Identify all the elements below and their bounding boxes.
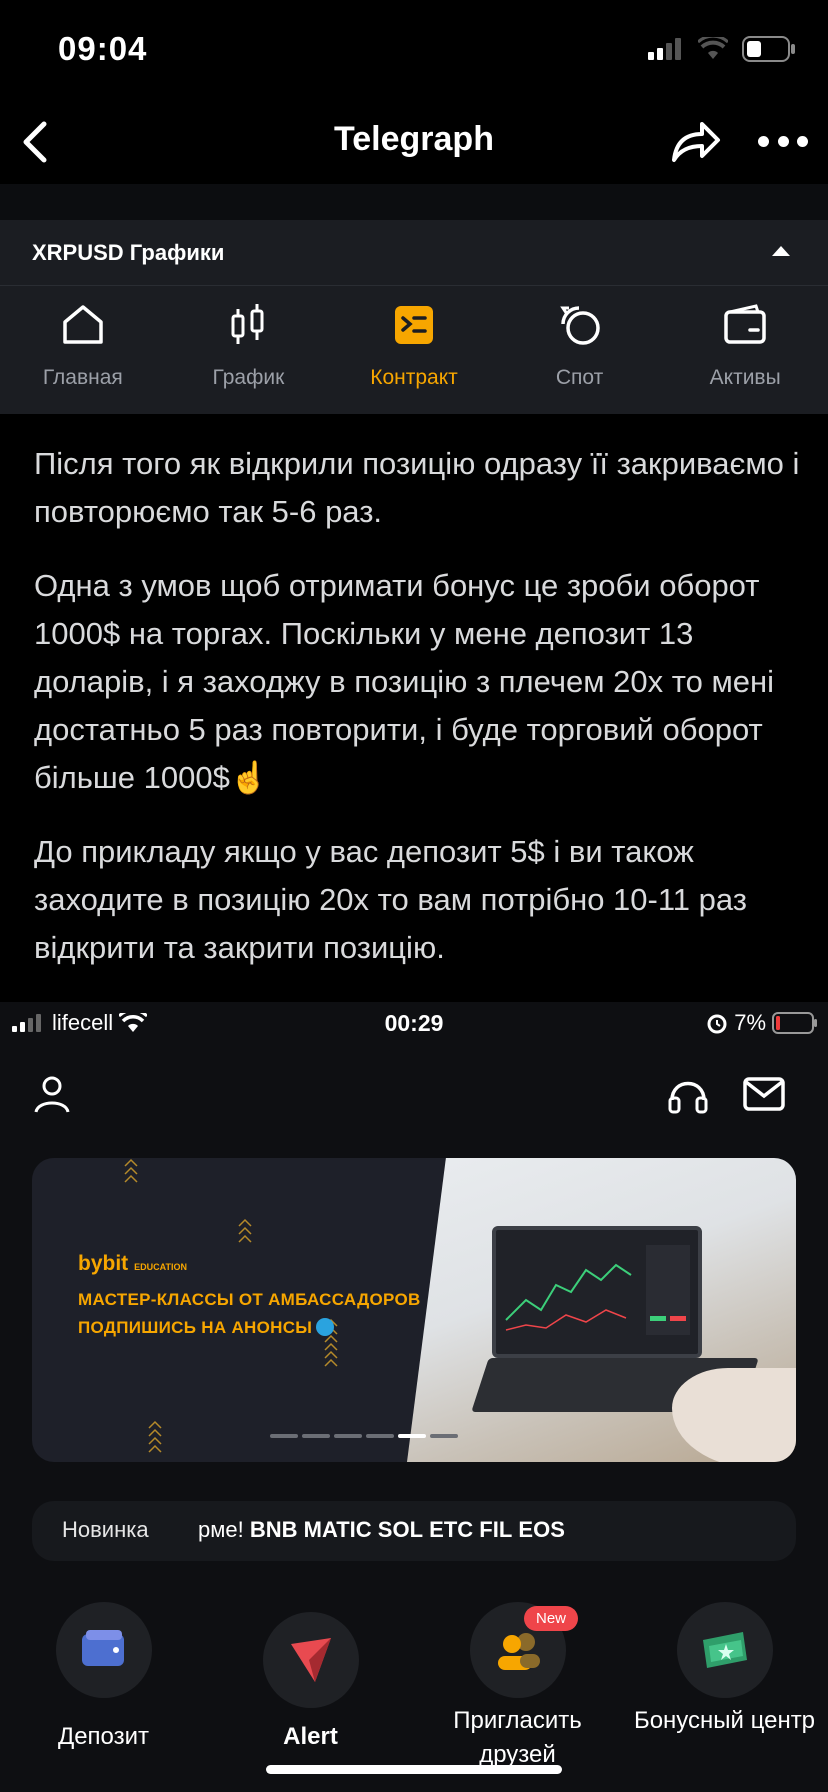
bonus-ticket-icon xyxy=(702,1632,747,1668)
alarm-icon xyxy=(707,1014,727,1034)
invite-friends-button[interactable]: New Пригласить друзей xyxy=(414,1602,621,1792)
caret-up-icon xyxy=(772,246,790,256)
share-icon[interactable] xyxy=(668,114,722,168)
tab-home[interactable]: Главная xyxy=(0,286,166,414)
banner-headline: МАСТЕР-КЛАССЫ ОТ АМБАССАДОРОВ xyxy=(78,1290,421,1309)
status-bar: 09:04 xyxy=(0,0,828,100)
status-time: 09:04 xyxy=(58,30,148,67)
tab-assets[interactable]: Активы xyxy=(662,286,828,414)
tab-chart[interactable]: График xyxy=(166,286,332,414)
bybit-logo: bybit EDUCATION xyxy=(78,1252,188,1275)
bonus-center-button[interactable]: Бонусный центр xyxy=(621,1602,828,1792)
bottom-tab-bar: Главная График Контракт Спот Активы xyxy=(0,286,828,414)
article-body: Після того як відкрили позицію одразу її… xyxy=(34,440,804,998)
telegram-icon xyxy=(316,1318,335,1336)
candlestick-icon xyxy=(231,304,264,344)
battery-percent: 7% xyxy=(734,1010,766,1035)
alert-arrow-icon xyxy=(290,1638,331,1682)
pair-label: XRPUSD Графики xyxy=(32,240,225,265)
user-profile-icon[interactable] xyxy=(32,1074,72,1114)
battery-icon xyxy=(742,36,795,62)
home-icon xyxy=(63,305,103,344)
quick-action-label: Бонусный центр xyxy=(633,1707,816,1734)
spot-icon xyxy=(559,306,600,345)
contract-icon xyxy=(394,306,433,344)
status-bar: lifecell 00:29 7% xyxy=(0,1002,828,1046)
wallet-icon xyxy=(724,304,766,344)
announcement-ticker[interactable]: Новинка рме! BNB MATIC SOL ETC FIL EOS xyxy=(32,1501,796,1561)
tab-contract[interactable]: Контракт xyxy=(331,286,497,414)
carousel-indicator xyxy=(270,1434,458,1438)
pair-dropdown[interactable]: XRPUSD Графики xyxy=(0,220,828,286)
embedded-chart-screenshot: XRPUSD Графики Главная График Контракт С… xyxy=(0,184,828,414)
wallet-card-icon xyxy=(81,1630,124,1666)
chevron-decoration-icon xyxy=(148,1420,162,1453)
tab-label: Главная xyxy=(42,366,123,389)
tab-label: Спот xyxy=(555,366,604,389)
quick-action-label: Alert xyxy=(283,1723,338,1750)
battery-low-icon xyxy=(772,1012,817,1034)
paragraph: До прикладу якщо у вас депозит 5$ і ви т… xyxy=(34,834,747,965)
tab-label: Контракт xyxy=(370,366,458,389)
quick-action-label: Депозит xyxy=(57,1723,150,1750)
mail-icon[interactable] xyxy=(742,1076,786,1112)
embedded-home-screenshot: lifecell 00:29 7% bybit EDUCATION МАСТЕР… xyxy=(0,1002,828,1792)
deposit-button[interactable]: Депозит xyxy=(0,1602,207,1792)
wifi-icon xyxy=(698,37,728,59)
status-indicators xyxy=(648,36,796,62)
laptop-image xyxy=(492,1226,702,1358)
chevron-decoration-icon xyxy=(238,1218,252,1243)
home-top-bar xyxy=(0,1062,828,1132)
headset-icon[interactable] xyxy=(666,1074,710,1114)
signal-icon xyxy=(648,38,681,60)
tab-label: Активы xyxy=(709,366,781,389)
ticker-label: Новинка xyxy=(62,1517,149,1542)
tab-label: График xyxy=(212,366,285,389)
paragraph: Після того як відкрили позицію одразу її… xyxy=(34,446,800,529)
new-badge: New xyxy=(524,1606,579,1631)
quick-action-label: Пригласить друзей xyxy=(453,1707,582,1768)
alert-button[interactable]: Alert xyxy=(207,1602,414,1792)
nav-bar: Telegraph xyxy=(0,100,828,184)
ticker-text: рме! BNB MATIC SOL ETC FIL EOS xyxy=(198,1517,565,1542)
more-options-icon[interactable] xyxy=(758,124,808,158)
chevron-decoration-icon xyxy=(124,1158,138,1183)
banner-subline: ПОДПИШИСЬ НА АНОНСЫ xyxy=(78,1318,335,1338)
promo-banner[interactable]: bybit EDUCATION МАСТЕР-КЛАССЫ ОТ АМБАССА… xyxy=(32,1158,796,1462)
tab-spot[interactable]: Спот xyxy=(497,286,663,414)
quick-actions: Депозит Alert New Пригласить друзей Бону… xyxy=(0,1602,828,1792)
home-indicator[interactable] xyxy=(266,1765,562,1774)
status-time: 00:29 xyxy=(384,1010,444,1036)
paragraph: Одна з умов щоб отримати бонус це зроби … xyxy=(34,568,775,795)
